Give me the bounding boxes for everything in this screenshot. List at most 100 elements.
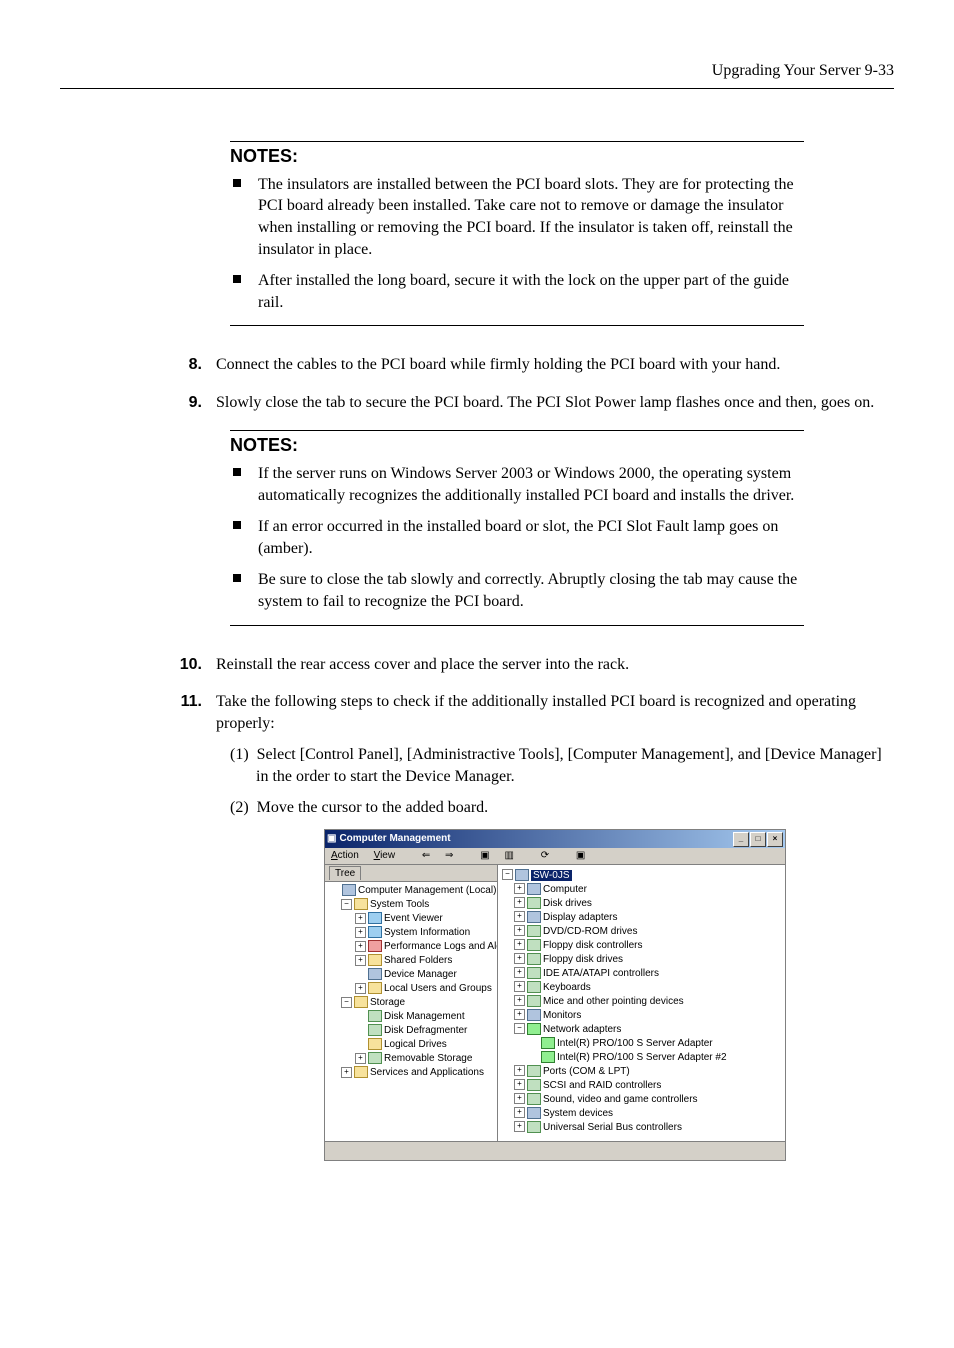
expand-icon[interactable]: +: [514, 939, 525, 950]
expand-icon[interactable]: +: [514, 967, 525, 978]
tree-item[interactable]: Logical Drives: [327, 1038, 495, 1052]
tree-item[interactable]: +Display adapters: [500, 911, 783, 925]
tree-item[interactable]: +Ports (COM & LPT): [500, 1065, 783, 1079]
expand-icon[interactable]: −: [341, 997, 352, 1008]
tree-item[interactable]: − System Tools: [327, 898, 495, 912]
tree-item[interactable]: +Shared Folders: [327, 954, 495, 968]
blue-icon: [368, 912, 382, 924]
tree-item[interactable]: +Disk drives: [500, 897, 783, 911]
page-header: Upgrading Your Server 9-33: [60, 60, 894, 89]
tree-item-label: System Tools: [370, 899, 429, 910]
tree-item[interactable]: +Keyboards: [500, 981, 783, 995]
expand-icon[interactable]: −: [341, 899, 352, 910]
expand-icon[interactable]: +: [514, 897, 525, 908]
expand-icon[interactable]: +: [514, 953, 525, 964]
computer-icon[interactable]: ▣: [576, 850, 585, 861]
note-item: If the server runs on Windows Server 200…: [230, 463, 804, 506]
expand-icon[interactable]: +: [355, 983, 366, 994]
tree-item[interactable]: Computer Management (Local): [327, 884, 495, 898]
window-titlebar[interactable]: ▣ Computer Management _ □ ×: [325, 830, 785, 848]
close-button[interactable]: ×: [767, 832, 783, 847]
expand-icon[interactable]: +: [355, 927, 366, 938]
expand-icon[interactable]: +: [514, 1121, 525, 1132]
tree-item-label: Floppy disk drives: [543, 954, 623, 965]
step-8: 8. Connect the cables to the PCI board w…: [160, 354, 894, 376]
expand-icon[interactable]: +: [514, 1093, 525, 1104]
menu-action[interactable]: AActionction: [331, 850, 359, 861]
tree-item[interactable]: +IDE ATA/ATAPI controllers: [500, 967, 783, 981]
tab-tree[interactable]: Tree: [329, 866, 361, 881]
tree-item[interactable]: +Floppy disk controllers: [500, 939, 783, 953]
up-icon[interactable]: ▣: [480, 850, 489, 861]
tree-item[interactable]: + Floppy disk drives: [500, 953, 783, 967]
expand-icon[interactable]: +: [355, 941, 366, 952]
step-number: 10.: [160, 654, 216, 676]
expand-icon[interactable]: +: [514, 925, 525, 936]
comp-icon: [527, 1107, 541, 1119]
forward-icon[interactable]: ⇒: [445, 850, 453, 861]
tree-item[interactable]: − Storage: [327, 996, 495, 1010]
tree-item-label: Storage: [370, 997, 405, 1008]
tree-item-label: Removable Storage: [384, 1053, 472, 1064]
expand-icon[interactable]: +: [514, 995, 525, 1006]
tree-item[interactable]: − Network adapters: [500, 1023, 783, 1037]
tree-item[interactable]: +Sound, video and game controllers: [500, 1093, 783, 1107]
expand-icon[interactable]: +: [341, 1067, 352, 1078]
tree-item[interactable]: Device Manager: [327, 968, 495, 982]
expand-icon[interactable]: −: [514, 1023, 525, 1034]
tree-item[interactable]: Disk Management: [327, 1010, 495, 1024]
folder-icon: [368, 982, 382, 994]
expand-icon[interactable]: +: [355, 913, 366, 924]
tree-item[interactable]: +Event Viewer: [327, 912, 495, 926]
expand-icon[interactable]: +: [514, 1065, 525, 1076]
left-tree[interactable]: Computer Management (Local)−System Tools…: [325, 882, 497, 1082]
tree-item[interactable]: + Removable Storage: [327, 1052, 495, 1066]
step-text: Connect the cables to the PCI board whil…: [216, 354, 894, 376]
minimize-button[interactable]: _: [733, 832, 749, 847]
refresh-icon[interactable]: ⟳: [541, 850, 549, 861]
tree-item[interactable]: +Local Users and Groups: [327, 982, 495, 996]
tree-item-label: Disk Management: [384, 1011, 465, 1022]
menu-view[interactable]: VViewiew: [374, 850, 396, 861]
expand-icon[interactable]: +: [355, 955, 366, 966]
tree-item[interactable]: +Computer: [500, 883, 783, 897]
tree-item[interactable]: +System Information: [327, 926, 495, 940]
expand-icon[interactable]: +: [514, 981, 525, 992]
tree-item-label: Performance Logs and Alerts: [384, 941, 498, 952]
dev-icon: [527, 1093, 541, 1105]
expand-icon[interactable]: +: [514, 1009, 525, 1020]
tree-item[interactable]: + Mice and other pointing devices: [500, 995, 783, 1009]
tree-item[interactable]: +System devices: [500, 1107, 783, 1121]
tree-item[interactable]: −SW-0JS: [500, 869, 783, 883]
tree-item[interactable]: Intel(R) PRO/100 S Server Adapter: [500, 1037, 783, 1051]
dev-icon: [527, 1065, 541, 1077]
expand-icon[interactable]: +: [514, 911, 525, 922]
expand-icon[interactable]: +: [514, 883, 525, 894]
maximize-button[interactable]: □: [750, 832, 766, 847]
tree-item[interactable]: +Monitors: [500, 1009, 783, 1023]
substep-number: (2): [230, 799, 249, 816]
back-icon[interactable]: ⇐: [422, 850, 430, 861]
tree-item-label: Mice and other pointing devices: [543, 996, 684, 1007]
expand-icon[interactable]: +: [514, 1107, 525, 1118]
tree-item-label: Network adapters: [543, 1024, 621, 1035]
tree-item[interactable]: Disk Defragmenter: [327, 1024, 495, 1038]
tree-item-label: Logical Drives: [384, 1039, 447, 1050]
folder-icon: [354, 1066, 368, 1078]
red-icon: [368, 940, 382, 952]
tree-item[interactable]: +DVD/CD-ROM drives: [500, 925, 783, 939]
expand-icon[interactable]: +: [514, 1079, 525, 1090]
tree-item[interactable]: +SCSI and RAID controllers: [500, 1079, 783, 1093]
blue-icon: [368, 926, 382, 938]
right-tree[interactable]: −SW-0JS+Computer+Disk drives+Display ada…: [498, 865, 785, 1137]
tree-item[interactable]: Intel(R) PRO/100 S Server Adapter #2: [500, 1051, 783, 1065]
expand-icon[interactable]: +: [355, 1053, 366, 1064]
note-item: After installed the long board, secure i…: [230, 270, 804, 313]
tree-item-label: Universal Serial Bus controllers: [543, 1122, 682, 1133]
properties-icon[interactable]: ▥: [504, 850, 513, 861]
expand-icon[interactable]: −: [502, 869, 513, 880]
tree-item[interactable]: + Performance Logs and Alerts: [327, 940, 495, 954]
tree-item[interactable]: +Services and Applications: [327, 1066, 495, 1080]
tree-item[interactable]: + Universal Serial Bus controllers: [500, 1121, 783, 1135]
dev-icon: [368, 1024, 382, 1036]
